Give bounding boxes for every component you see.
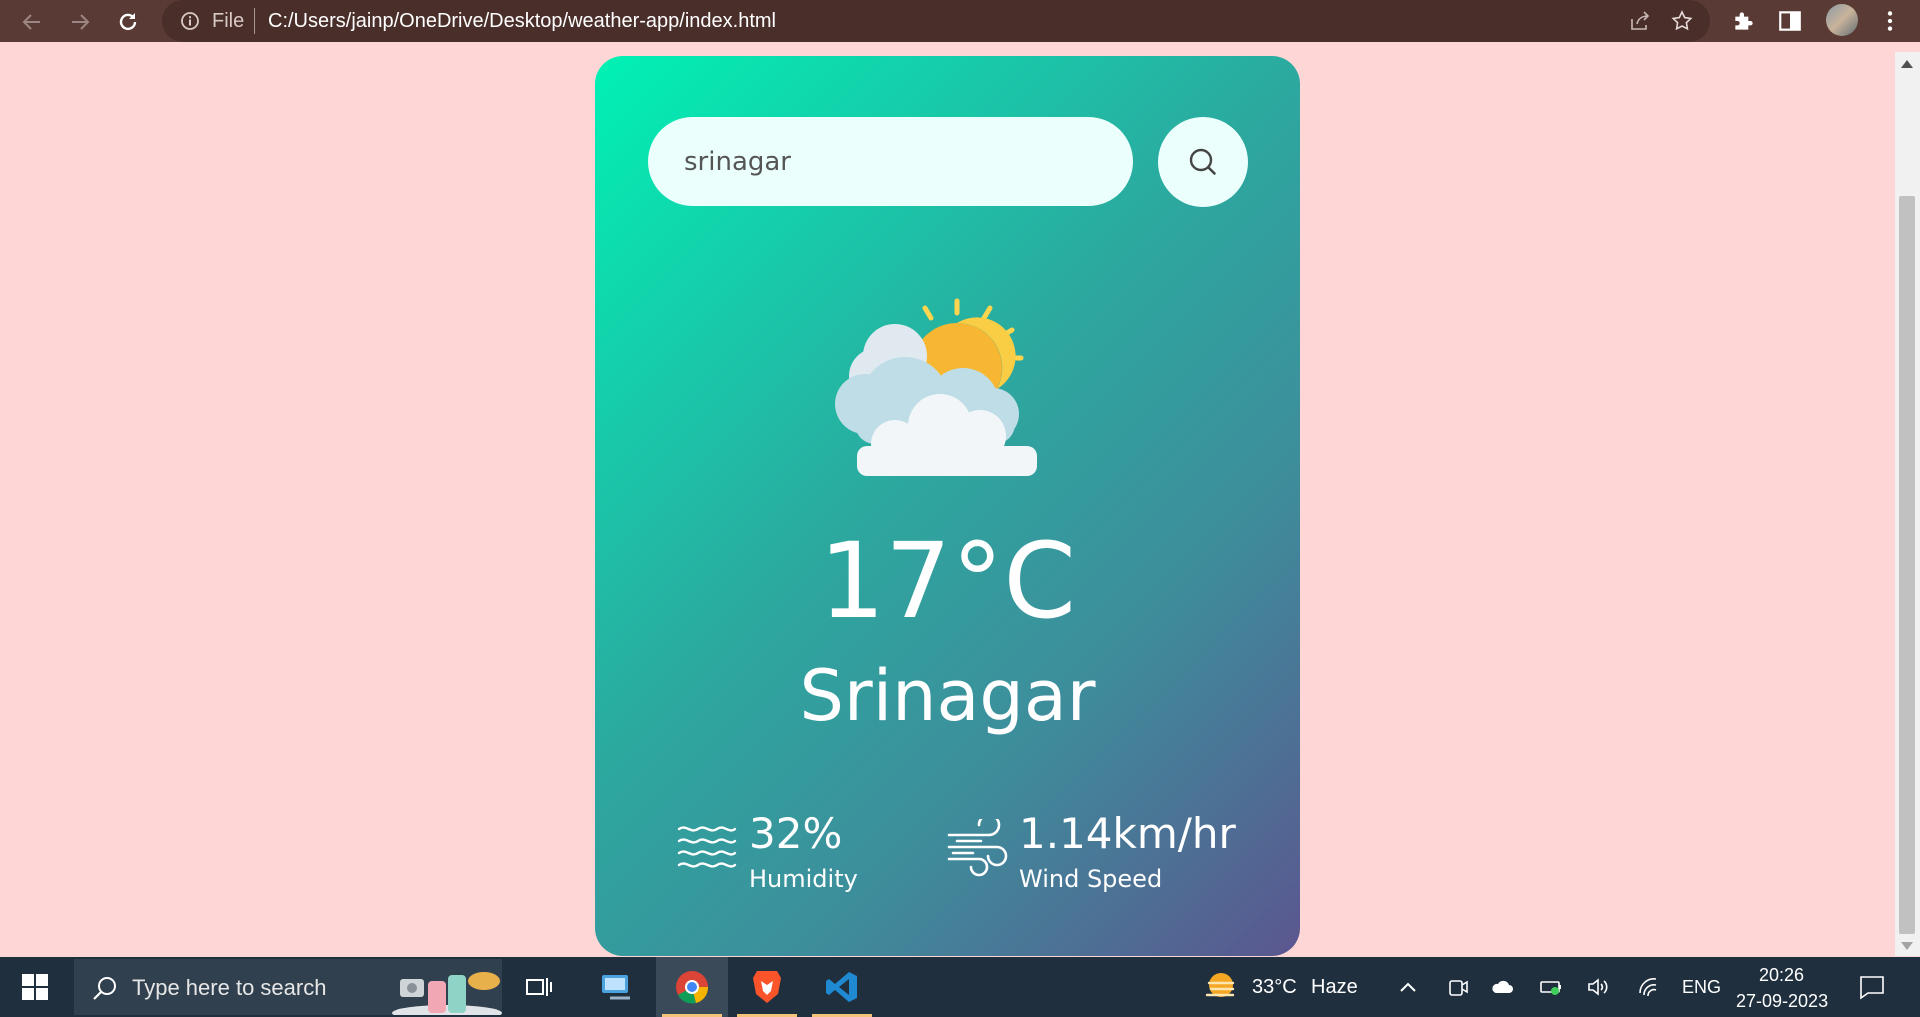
humidity-value: 32% [749,809,843,858]
address-divider [254,8,255,34]
address-bar[interactable]: File C:/Users/jainp/OneDrive/Desktop/wea… [162,0,1710,42]
share-icon[interactable] [1628,9,1652,33]
meet-now-icon[interactable] [1446,975,1470,999]
taskbar-app-vscode[interactable] [806,957,878,1017]
back-arrow-icon [22,14,40,30]
computer-monitor-icon [602,975,630,1000]
battery-icon[interactable] [1539,975,1563,999]
profile-avatar[interactable] [1826,4,1858,36]
task-view-icon [526,978,552,996]
clock-time[interactable]: 20:26 [1759,964,1804,986]
search-button[interactable] [1158,117,1248,207]
city-name: Srinagar [799,655,1096,737]
browser-toolbar: File C:/Users/jainp/OneDrive/Desktop/wea… [0,0,1920,42]
reload-button[interactable] [110,4,146,40]
weather-card: 17°C Srinagar 32% Humidity 1.14km/hr Win… [595,56,1300,956]
notifications-icon[interactable] [1858,973,1886,1001]
wind-speed-value: 1.14km/hr [1019,809,1236,858]
volume-icon[interactable] [1586,975,1610,999]
side-panel-icon[interactable] [1777,8,1803,34]
wind-icon [947,819,1008,877]
windows-taskbar: Type here to search 33°C Haze ENG 20:26 … [0,957,1920,1017]
taskbar-search-box[interactable]: Type here to search [74,959,502,1015]
file-scheme-label: File [212,10,245,32]
forward-arrow-icon [72,14,90,30]
chrome-icon [676,971,709,1004]
chevron-up-icon[interactable] [1396,975,1420,999]
task-view-button[interactable] [503,957,575,1017]
onedrive-cloud-icon[interactable] [1490,975,1514,999]
back-button[interactable] [14,4,50,40]
forward-button[interactable] [62,4,98,40]
clock-date[interactable]: 27-09-2023 [1736,990,1828,1012]
taskbar-app-brave[interactable] [731,957,803,1017]
bookmark-star-icon[interactable] [1670,9,1694,33]
windows-logo-icon [22,974,48,1000]
scroll-up-arrow-icon[interactable] [1901,60,1913,68]
tray-weather-temp[interactable]: 33°C [1252,976,1297,998]
partly-cloudy-icon [835,298,1037,476]
city-search-input[interactable] [648,117,1133,206]
start-button[interactable] [0,957,70,1017]
extensions-puzzle-icon[interactable] [1731,8,1757,34]
more-menu-icon[interactable] [1877,8,1903,34]
search-icon [93,977,116,1000]
temperature-value: 17°C [819,520,1076,642]
search-icon [1189,148,1216,175]
taskbar-search-placeholder: Type here to search [132,975,327,1000]
tray-weather-desc[interactable]: Haze [1311,976,1358,998]
info-icon[interactable] [180,11,200,31]
travel-luggage-icon [392,972,502,1015]
brave-lion-icon [753,971,781,1003]
taskbar-app-chrome[interactable] [656,957,728,1017]
reload-icon [119,13,137,31]
humidity-label: Humidity [749,865,858,893]
haze-weather-icon[interactable] [1203,971,1239,1003]
scroll-down-arrow-icon[interactable] [1901,942,1913,950]
vscode-icon [826,972,857,1002]
wifi-icon[interactable] [1636,975,1660,999]
taskbar-app-remote-desktop[interactable] [581,957,653,1017]
url-text[interactable]: C:/Users/jainp/OneDrive/Desktop/weather-… [268,10,776,32]
scrollbar-thumb[interactable] [1899,196,1915,934]
input-language[interactable]: ENG [1682,976,1721,998]
wind-speed-label: Wind Speed [1019,865,1163,893]
humidity-waves-icon [677,826,737,868]
